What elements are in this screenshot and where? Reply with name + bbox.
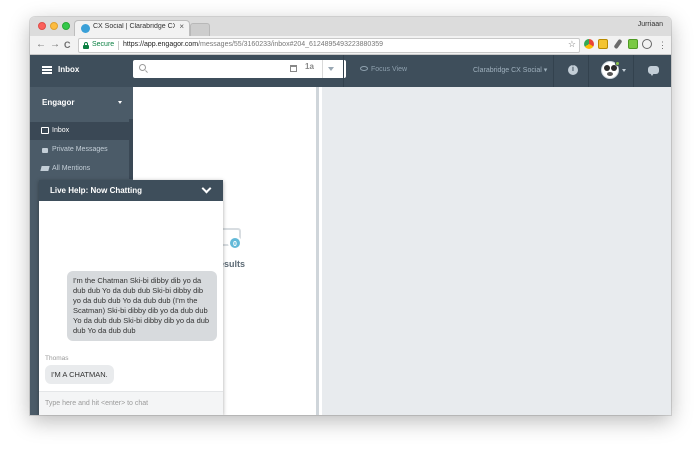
incoming-message: I'm the Chatman Ski-bi dibby dib yo da d… — [67, 271, 217, 341]
url-separator — [118, 41, 119, 50]
sidebar-item-inbox[interactable]: Inbox — [30, 122, 133, 140]
account-selector[interactable]: Clarabridge CX Social ▾ — [473, 66, 547, 74]
header-divider — [343, 55, 344, 87]
info-icon[interactable]: i — [568, 65, 578, 75]
mentions-icon — [40, 166, 50, 171]
focus-view-label: Focus View — [371, 66, 408, 73]
secure-label: Secure — [92, 41, 115, 48]
result-count-badge: 0 — [228, 236, 242, 250]
calendar-icon[interactable] — [290, 65, 297, 72]
url-host: https://app.engagor.com — [123, 41, 199, 48]
search-options-chevron-down-icon[interactable] — [328, 67, 334, 71]
chat-title: Live Help: Now Chatting — [50, 186, 142, 195]
message-detail-pane — [322, 87, 671, 415]
search-divider — [322, 60, 323, 78]
lock-icon — [83, 42, 89, 49]
sort-icon[interactable]: 1a — [305, 62, 314, 71]
tab-strip: CX Social | Clarabridge CX So × Jurriaan — [30, 17, 671, 36]
chat-header[interactable]: Live Help: Now Chatting — [39, 180, 223, 201]
live-chat-widget: Live Help: Now Chatting I'm the Chatman … — [39, 180, 223, 415]
browser-tab[interactable]: CX Social | Clarabridge CX So × — [74, 20, 190, 36]
team-chevron-down-icon — [118, 101, 122, 104]
chat-icon[interactable] — [648, 66, 659, 76]
forward-button[interactable]: → — [50, 39, 60, 51]
outgoing-message: I'M A CHATMAN. — [45, 365, 114, 384]
minimize-window-button[interactable] — [50, 22, 58, 30]
eye-icon — [360, 66, 368, 71]
header-divider — [633, 55, 634, 87]
browser-toolbar: ← → C Secure https://app.engagor.com/mes… — [30, 36, 671, 55]
sidebar-item-label: Private Messages — [52, 146, 108, 153]
url-text: https://app.engagor.com/messages/55/3160… — [123, 41, 383, 48]
message-sender: Thomas — [45, 355, 69, 362]
chat-input-placeholder: Type here and hit <enter> to chat — [45, 400, 149, 407]
browser-window: CX Social | Clarabridge CX So × Jurriaan… — [30, 17, 671, 415]
green-extension-icon[interactable] — [628, 39, 638, 49]
chevron-down-icon[interactable] — [201, 183, 212, 194]
lock-icon — [42, 148, 48, 153]
new-tab-button[interactable] — [190, 23, 210, 36]
sidebar-item-label: All Mentions — [52, 165, 91, 172]
chat-input[interactable]: Type here and hit <enter> to chat — [39, 391, 223, 415]
site-favicon-icon — [81, 24, 90, 33]
maximize-window-button[interactable] — [62, 22, 70, 30]
app-header: Inbox 1a Focus View Clarabridge CX Socia… — [30, 55, 671, 87]
info-extension-icon[interactable] — [642, 39, 652, 49]
page-title: Inbox — [58, 65, 80, 74]
back-button[interactable]: ← — [36, 39, 46, 51]
address-bar[interactable]: Secure https://app.engagor.com/messages/… — [78, 38, 580, 53]
search-input[interactable]: 1a — [133, 60, 346, 78]
reload-button[interactable]: C — [64, 39, 71, 51]
chrome-extension-icon[interactable] — [584, 39, 594, 49]
search-icon — [139, 64, 146, 71]
team-name: Engagor — [42, 98, 75, 107]
browser-profile-name[interactable]: Jurriaan — [638, 21, 663, 28]
header-divider — [588, 55, 589, 87]
browser-menu-icon[interactable]: ⋮ — [658, 39, 667, 51]
focus-view-button[interactable]: Focus View — [360, 66, 407, 73]
url-path: /messages/55/3160233/inbox#204_612489549… — [198, 41, 383, 48]
calendar-extension-icon[interactable] — [598, 39, 608, 49]
tab-close-icon[interactable]: × — [179, 22, 184, 31]
team-selector[interactable]: Engagor — [30, 87, 133, 119]
header-divider — [553, 55, 554, 87]
sidebar-item-all-mentions[interactable]: All Mentions — [30, 160, 133, 178]
sidebar-item-private-messages[interactable]: Private Messages — [30, 141, 133, 159]
online-status-badge — [615, 61, 620, 66]
bookmark-star-icon[interactable]: ☆ — [568, 39, 576, 50]
user-menu-chevron-down-icon[interactable] — [622, 69, 626, 72]
eyedropper-extension-icon[interactable] — [613, 38, 623, 50]
tab-title: CX Social | Clarabridge CX So — [93, 23, 175, 30]
close-window-button[interactable] — [38, 22, 46, 30]
sidebar-item-label: Inbox — [52, 127, 70, 134]
inbox-icon — [41, 127, 49, 134]
hamburger-menu-icon[interactable] — [42, 66, 52, 74]
